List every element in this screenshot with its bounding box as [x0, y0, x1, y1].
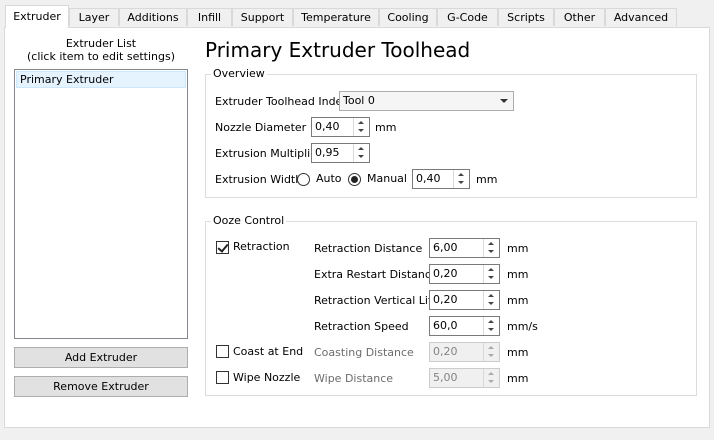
tab-other[interactable]: Other [554, 8, 605, 26]
spin-down-icon[interactable] [484, 378, 499, 387]
wipe-distance-value: 5,00 [433, 371, 458, 384]
spin-up-icon[interactable] [454, 170, 469, 179]
extruder-list-heading: Extruder List [65, 37, 137, 50]
tab-temperature[interactable]: Temperature [293, 8, 379, 26]
list-item-primary-extruder[interactable]: Primary Extruder [16, 71, 186, 88]
extrusion-multiplier-spinbox[interactable]: 0,95 [311, 143, 370, 163]
extrusion-multiplier-label: Extrusion Multiplier [215, 147, 322, 160]
spin-down-icon[interactable] [484, 274, 499, 283]
coasting-distance-label: Coasting Distance [314, 346, 414, 359]
tab-advanced[interactable]: Advanced [605, 8, 677, 26]
retraction-distance-unit: mm [507, 242, 529, 255]
extrusion-width-unit: mm [476, 173, 498, 186]
wipe-distance-label: Wipe Distance [314, 372, 394, 385]
extra-restart-distance-value: 0,20 [433, 267, 458, 280]
retraction-label: Retraction [233, 240, 290, 253]
wipe-nozzle-checkbox[interactable] [216, 371, 229, 384]
nozzle-diameter-value: 0,40 [315, 120, 340, 133]
overview-group-title: Overview [211, 67, 267, 80]
wipe-distance-unit: mm [507, 372, 529, 385]
tab-extruder[interactable]: Extruder [5, 5, 69, 28]
coast-at-end-label: Coast at End [233, 345, 304, 358]
spin-down-icon[interactable] [484, 248, 499, 257]
extrusion-width-auto-label: Auto [316, 172, 342, 185]
spin-up-icon[interactable] [484, 265, 499, 274]
coasting-distance-value: 0,20 [433, 345, 458, 358]
retraction-speed-label: Retraction Speed [314, 320, 409, 333]
spin-up-icon[interactable] [354, 118, 369, 127]
tab-scripts[interactable]: Scripts [498, 8, 554, 26]
retraction-vertical-lift-value: 0,20 [433, 293, 458, 306]
retraction-speed-unit: mm/s [507, 320, 538, 333]
extruder-list[interactable]: Primary Extruder [14, 69, 188, 339]
spin-up-icon[interactable] [484, 291, 499, 300]
toolhead-index-label: Extruder Toolhead Index [215, 95, 349, 108]
chevron-down-icon [500, 99, 508, 103]
coasting-distance-unit: mm [507, 346, 529, 359]
retraction-distance-spinbox[interactable]: 6,00 [429, 238, 500, 258]
retraction-vertical-lift-spinbox[interactable]: 0,20 [429, 290, 500, 310]
retraction-distance-value: 6,00 [433, 241, 458, 254]
spin-up-icon[interactable] [354, 144, 369, 153]
tab-gcode[interactable]: G-Code [437, 8, 498, 26]
nozzle-diameter-unit: mm [375, 121, 397, 134]
retraction-speed-spinbox[interactable]: 60,0 [429, 316, 500, 336]
ooze-control-group-title: Ooze Control [211, 214, 287, 227]
coasting-distance-spinbox[interactable]: 0,20 [429, 342, 500, 362]
tab-cooling[interactable]: Cooling [379, 8, 437, 26]
retraction-speed-value: 60,0 [433, 319, 458, 332]
extra-restart-distance-unit: mm [507, 268, 529, 281]
extrusion-width-spinbox[interactable]: 0,40 [412, 169, 470, 189]
tab-infill[interactable]: Infill [187, 8, 232, 26]
extrusion-width-manual-radio[interactable] [348, 173, 361, 186]
retraction-distance-label: Retraction Distance [314, 242, 423, 255]
toolhead-index-select[interactable]: Tool 0 [339, 91, 514, 111]
tab-layer[interactable]: Layer [69, 8, 119, 26]
extrusion-width-value: 0,40 [416, 172, 441, 185]
extrusion-width-manual-label: Manual [367, 172, 407, 185]
coast-at-end-checkbox[interactable] [216, 345, 229, 358]
spin-down-icon[interactable] [354, 153, 369, 162]
spin-down-icon[interactable] [484, 326, 499, 335]
nozzle-diameter-label: Nozzle Diameter [215, 121, 307, 134]
spin-down-icon[interactable] [484, 300, 499, 309]
retraction-vertical-lift-label: Retraction Vertical Lift [314, 294, 436, 307]
extrusion-width-label: Extrusion Width [215, 173, 303, 186]
tab-support[interactable]: Support [232, 8, 293, 26]
extrusion-multiplier-value: 0,95 [315, 146, 340, 159]
remove-extruder-button[interactable]: Remove Extruder [14, 376, 188, 397]
wipe-nozzle-label: Wipe Nozzle [233, 371, 301, 384]
spin-up-icon[interactable] [484, 369, 499, 378]
spin-up-icon[interactable] [484, 343, 499, 352]
wipe-distance-spinbox[interactable]: 5,00 [429, 368, 500, 388]
nozzle-diameter-spinbox[interactable]: 0,40 [311, 117, 370, 137]
spin-up-icon[interactable] [484, 239, 499, 248]
spin-down-icon[interactable] [354, 127, 369, 136]
extra-restart-distance-spinbox[interactable]: 0,20 [429, 264, 500, 284]
extrusion-width-auto-radio[interactable] [297, 173, 310, 186]
tab-additions[interactable]: Additions [119, 8, 187, 26]
spin-down-icon[interactable] [454, 179, 469, 188]
spin-down-icon[interactable] [484, 352, 499, 361]
page-title: Primary Extruder Toolhead [205, 38, 471, 62]
add-extruder-button[interactable]: Add Extruder [14, 347, 188, 368]
spin-up-icon[interactable] [484, 317, 499, 326]
retraction-checkbox[interactable] [216, 241, 229, 254]
extruder-list-hint: (click item to edit settings) [26, 50, 176, 63]
toolhead-index-value: Tool 0 [343, 94, 375, 107]
retraction-vertical-lift-unit: mm [507, 294, 529, 307]
extra-restart-distance-label: Extra Restart Distance [314, 268, 438, 281]
